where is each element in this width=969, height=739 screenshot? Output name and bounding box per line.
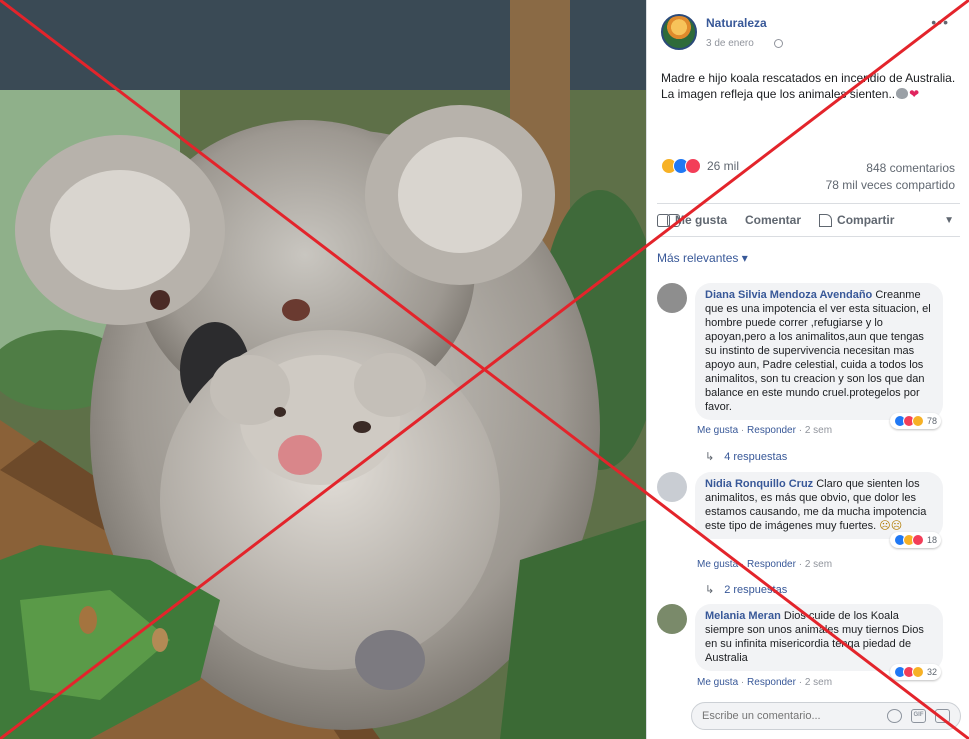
- comment-like-link[interactable]: Me gusta: [697, 425, 738, 436]
- comment-sort-dropdown[interactable]: Más relevantes ▾: [657, 251, 748, 265]
- comment-text: Creanme que es una impotencia el ver est…: [705, 289, 931, 413]
- post-panel: Naturaleza 3 de enero ••• Madre e hijo k…: [646, 0, 969, 739]
- love-reaction-icon: [685, 158, 701, 174]
- reply-arrow-icon: ↳: [705, 451, 715, 463]
- globe-icon: [774, 39, 783, 48]
- emoji-icon: ☹☹: [879, 520, 903, 532]
- chevron-down-icon[interactable]: ▼: [944, 215, 954, 226]
- emoji-picker-icon[interactable]: [887, 709, 902, 723]
- composer-icons: GIF: [887, 709, 950, 723]
- post-reactions[interactable]: 26 mil: [661, 157, 739, 175]
- comment-actions: Me gusta · Responder · 2 sem: [697, 559, 833, 570]
- post-text: Madre e hijo koala rescatados en incendi…: [661, 70, 956, 102]
- comment-author[interactable]: Nidia Ronquillo Cruz: [705, 478, 813, 490]
- avatar[interactable]: [657, 472, 687, 502]
- comment-like-link[interactable]: Me gusta: [697, 677, 738, 688]
- koala-photo[interactable]: [0, 0, 646, 739]
- comment-reactions[interactable]: 32: [889, 664, 941, 680]
- comment-icon: [667, 213, 680, 227]
- post-date[interactable]: 3 de enero: [706, 38, 754, 49]
- comment-bubble: Nidia Ronquillo Cruz Claro que sienten l…: [695, 472, 943, 548]
- koala-emoji-icon: [896, 88, 909, 99]
- comment-time[interactable]: 2 sem: [805, 425, 832, 436]
- like-button-label: Me gusta: [675, 213, 728, 227]
- comment-actions: Me gusta · Responder · 2 sem: [697, 677, 833, 688]
- comment-reply-link[interactable]: Responder: [747, 559, 796, 570]
- replies-count: 4 respuestas: [724, 451, 788, 463]
- comment-actions: Me gusta · Responder · 2 sem: [697, 425, 833, 436]
- post-stats: 848 comentarios 78 mil veces compartido: [826, 160, 955, 194]
- view-replies-link[interactable]: ↳ 2 respuestas: [705, 583, 787, 596]
- shares-count-link[interactable]: 78 mil veces compartido: [826, 177, 955, 194]
- comment-reaction-count: 78: [926, 416, 937, 426]
- koala-photo-art: [0, 0, 646, 739]
- post-date-text: 3 de enero: [706, 38, 754, 49]
- comment-reaction-count: 18: [926, 535, 937, 545]
- comment-reply-link[interactable]: Responder: [747, 425, 796, 436]
- comment-author[interactable]: Melania Meran: [705, 610, 781, 622]
- post-header: Naturaleza 3 de enero •••: [661, 14, 961, 54]
- comment-author[interactable]: Diana Silvia Mendoza Avendaño: [705, 289, 872, 301]
- reply-arrow-icon: ↳: [705, 584, 715, 596]
- replies-count: 2 respuestas: [724, 584, 788, 596]
- gif-icon[interactable]: GIF: [911, 709, 926, 723]
- view-replies-link[interactable]: ↳ 4 respuestas: [705, 450, 787, 463]
- page-name-link[interactable]: Naturaleza: [706, 16, 767, 30]
- comment-reaction-count: 32: [926, 667, 937, 677]
- sad-reaction-icon: [911, 415, 924, 427]
- comment-reactions[interactable]: 78: [889, 413, 941, 429]
- heart-emoji-icon: ❤: [909, 87, 920, 101]
- comment-bubble: Melania Meran Dios cuide de los Koala si…: [695, 604, 943, 680]
- comment-reply-link[interactable]: Responder: [747, 677, 796, 688]
- comment-button-label: Comentar: [745, 213, 802, 227]
- comment-composer: GIF: [691, 702, 961, 730]
- sad-reaction-icon: [911, 666, 924, 678]
- comment-input[interactable]: [702, 708, 872, 724]
- post-actions-bar: Me gusta Comentar Compartir ▼: [657, 203, 960, 237]
- more-icon[interactable]: •••: [931, 14, 949, 30]
- comment-button[interactable]: Comentar: [667, 213, 802, 227]
- love-reaction-icon: [911, 534, 924, 546]
- comment-like-link[interactable]: Me gusta: [697, 559, 738, 570]
- comment-bubble: Diana Silvia Mendoza Avendaño Creanme qu…: [695, 283, 943, 429]
- sticker-icon[interactable]: [935, 709, 950, 723]
- share-button-label: Compartir: [837, 213, 895, 227]
- avatar[interactable]: [657, 604, 687, 634]
- comment-reactions[interactable]: 18: [889, 532, 941, 548]
- share-button[interactable]: Compartir: [819, 213, 894, 227]
- avatar[interactable]: [657, 283, 687, 313]
- share-icon: [819, 213, 833, 227]
- reaction-count: 26 mil: [707, 159, 740, 173]
- comment-time[interactable]: 2 sem: [805, 677, 832, 688]
- comments-count-link[interactable]: 848 comentarios: [826, 160, 955, 177]
- comment-time[interactable]: 2 sem: [805, 559, 832, 570]
- page-avatar[interactable]: [661, 14, 697, 50]
